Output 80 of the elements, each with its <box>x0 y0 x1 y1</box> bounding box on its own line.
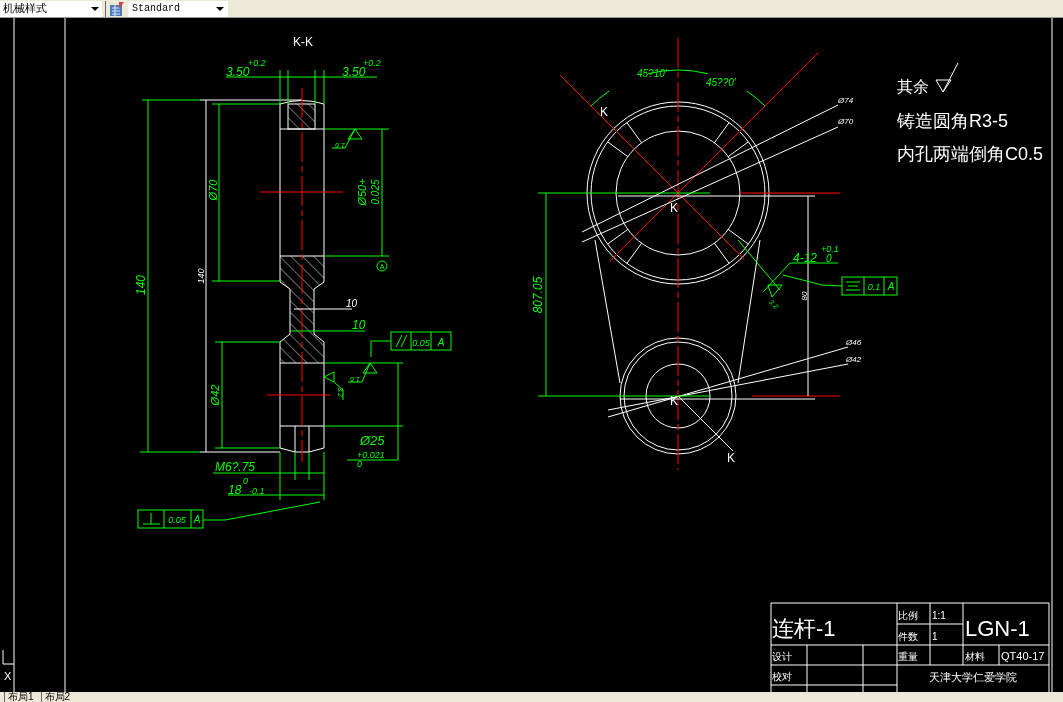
dimension-label: 45?10' <box>637 68 667 79</box>
dimension-label: Ø50+ <box>356 178 368 206</box>
note-text: 内孔两端倒角C0.5 <box>897 144 1044 164</box>
layout-tab[interactable]: 布局1 <box>4 692 37 702</box>
leader-line <box>370 340 392 358</box>
dimension-label: 10 <box>346 298 358 309</box>
dimension-label: 140 <box>196 268 206 284</box>
tolerance-label: +0.2 <box>363 58 381 68</box>
datum-label: A <box>193 514 201 525</box>
dimension-style-dropdown[interactable]: 机械样式 <box>0 0 102 17</box>
roughness-symbol-icon <box>767 284 783 298</box>
dimension-label: 3.50 <box>342 65 366 79</box>
dimension-label: M6?.75 <box>215 460 256 474</box>
note-text: 铸造圆角R3-5 <box>897 111 1008 131</box>
dimension-label: 10 <box>352 318 366 332</box>
perpendicularity-icon <box>142 512 161 525</box>
field-label: 比例 <box>898 610 918 621</box>
field-value: 1 <box>932 631 938 642</box>
symmetry-icon <box>845 281 861 291</box>
parallelism-icon <box>395 334 408 348</box>
part-name: 连杆-1 <box>772 616 836 641</box>
dimension-label: 45??0' <box>706 77 736 88</box>
dimension-label: 18 <box>228 483 242 497</box>
tolerance-value: 0.1 <box>867 282 881 292</box>
view-title: K-K <box>293 35 313 49</box>
axis-label: X <box>4 670 12 682</box>
note-text: 其余 <box>897 78 929 95</box>
text-style-dropdown[interactable]: Standard <box>128 0 228 17</box>
dimension-label: 80 <box>800 291 809 301</box>
roughness-symbol-icon <box>935 62 959 93</box>
caret-icon <box>91 6 99 11</box>
dimension-label: Ø42 <box>209 384 221 406</box>
datum-label: A <box>437 337 445 348</box>
roughness-symbol-icon <box>347 362 378 383</box>
layout-tab[interactable]: 布局2 <box>40 692 74 702</box>
text-style-icon[interactable] <box>109 0 125 17</box>
dimension-label: Ø42 <box>846 355 862 364</box>
tolerance-frame <box>390 331 452 351</box>
section-mark: K <box>727 451 735 465</box>
dimension-label: 140 <box>134 275 148 295</box>
dimension-label: Ø70 <box>207 179 219 201</box>
dimension-label: Ø70 <box>838 117 854 126</box>
dropdown-value: Standard <box>132 3 180 14</box>
field-label: 材料 <box>965 651 985 662</box>
tolerance-frame <box>137 509 204 529</box>
tolerance-label: 0 <box>357 459 362 469</box>
tolerance-label: -0.1 <box>249 486 265 496</box>
tolerance-value: 0.05 <box>412 338 430 348</box>
roughness-symbol-icon <box>323 371 344 401</box>
tolerance-label: 0 <box>243 476 248 486</box>
dimension-label: Ø46 <box>846 338 862 347</box>
tolerance-value: 0.05 <box>168 515 186 525</box>
tolerance-label: +0.1 <box>821 244 839 254</box>
field-value: QT40-17 <box>1001 650 1045 662</box>
dimension-label: 807.05 <box>531 276 545 314</box>
tolerance-frame <box>841 276 898 296</box>
section-mark: K <box>600 105 608 119</box>
school-name: 天津大学仁爱学院 <box>929 671 1017 683</box>
tolerance-label: 0.025 <box>370 179 381 205</box>
field-label: 校对 <box>772 671 792 682</box>
field-label: 件数 <box>898 631 918 642</box>
field-value: 1:1 <box>932 610 946 621</box>
dimension-label: 4-12 <box>793 251 818 265</box>
caret-icon <box>216 6 224 11</box>
field-label: 重量 <box>898 651 918 662</box>
field-label: 设计 <box>772 651 792 662</box>
tolerance-label: +0.021 <box>357 450 385 460</box>
tolerance-label: 0 <box>826 253 832 264</box>
drawing-number: LGN-1 <box>965 616 1030 641</box>
ucs-icon <box>2 649 15 665</box>
section-mark: K <box>670 394 678 408</box>
dimension-label: Ø74 <box>838 96 854 105</box>
dimension-label: Ø25 <box>360 433 385 448</box>
dimension-label: 3.50 <box>226 65 250 79</box>
leader-line <box>782 274 843 287</box>
dropdown-value: 机械样式 <box>3 3 47 14</box>
tolerance-label: +0.2 <box>248 58 266 68</box>
datum-label: A <box>887 281 895 292</box>
roughness-symbol-icon <box>331 128 363 149</box>
section-mark: K <box>670 201 678 215</box>
